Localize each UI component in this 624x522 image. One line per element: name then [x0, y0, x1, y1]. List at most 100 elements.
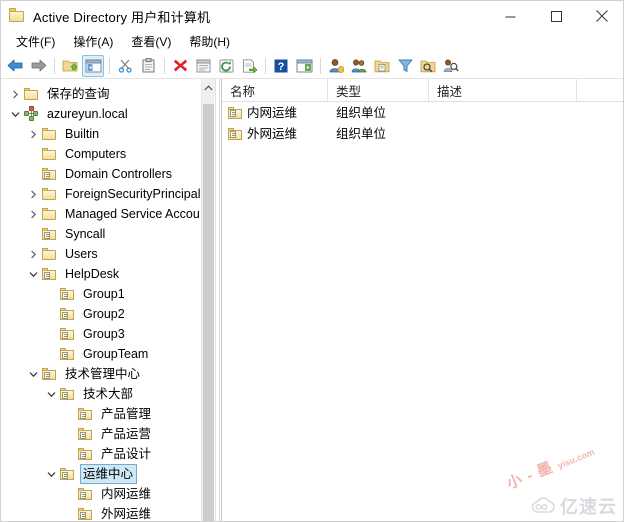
tree-node[interactable]: 运维中心 [1, 464, 201, 484]
tree-node[interactable]: Group2 [1, 304, 201, 324]
chevron-down-icon[interactable] [43, 384, 59, 404]
folder-icon [41, 126, 57, 142]
console-tree-pane[interactable]: 保存的查询 azureyun.local Builtin Computers Domai… [1, 79, 201, 521]
tree-node-label: Users [65, 247, 98, 261]
toolbar-filter[interactable] [394, 55, 416, 77]
toolbar-refresh[interactable] [215, 55, 237, 77]
toolbar-show-hide-tree[interactable] [82, 54, 104, 77]
menu-view[interactable]: 查看(V) [122, 33, 180, 51]
toolbar-separator [109, 57, 110, 74]
tree-vertical-scrollbar[interactable] [201, 79, 215, 521]
tree-node-label: Computers [65, 147, 127, 161]
list-item-name-cell: 外网运维 [222, 126, 328, 142]
chevron-right-icon[interactable] [25, 124, 41, 144]
chevron-down-icon[interactable] [7, 104, 23, 124]
close-button[interactable] [579, 1, 623, 31]
tree-node[interactable]: 技术管理中心 [1, 364, 201, 384]
menu-file[interactable]: 文件(F) [7, 33, 64, 51]
toolbar-up-one-level[interactable] [59, 55, 81, 77]
tree-twisty-placeholder [43, 344, 59, 364]
tree-node[interactable]: HelpDesk [1, 264, 201, 284]
tree-node-label: 产品管理 [101, 407, 152, 421]
tree-node[interactable]: Domain Controllers [1, 164, 201, 184]
toolbar-delete[interactable] [169, 55, 191, 77]
folder-icon [23, 86, 39, 102]
toolbar-find-objects[interactable] [417, 55, 439, 77]
chevron-right-icon[interactable] [25, 244, 41, 264]
find-folder-icon [420, 60, 436, 72]
tree-node[interactable]: 外网运维 [1, 504, 201, 521]
toolbar-new-group[interactable] [348, 55, 370, 77]
tree-node[interactable]: 产品管理 [1, 404, 201, 424]
tree-node[interactable]: Builtin [1, 124, 201, 144]
tree-node[interactable]: ForeignSecurityPrincipal [1, 184, 201, 204]
chevron-right-icon[interactable] [25, 184, 41, 204]
tree-node[interactable]: azureyun.local [1, 104, 201, 124]
chevron-down-icon[interactable] [25, 364, 41, 384]
tree-node-label: Group2 [83, 307, 125, 321]
tree-node[interactable]: Group3 [1, 324, 201, 344]
pane-splitter[interactable] [215, 79, 220, 521]
filter-funnel-icon [398, 59, 412, 72]
chevron-down-icon[interactable] [25, 264, 41, 284]
toolbar-new-ou[interactable] [371, 55, 393, 77]
tree-node[interactable]: Syncall [1, 224, 201, 244]
column-header-type[interactable]: 类型 [328, 79, 429, 101]
toolbar-new-window[interactable] [293, 55, 315, 77]
tree-twisty-placeholder [25, 164, 41, 184]
toolbar-paste[interactable] [137, 55, 159, 77]
tree-node[interactable]: 技术大部 [1, 384, 201, 404]
toolbar-back[interactable] [4, 55, 26, 77]
organizational-unit-icon [41, 366, 57, 382]
list-item[interactable]: 内网运维 组织单位 [222, 102, 623, 123]
chevron-down-icon[interactable] [43, 464, 59, 484]
toolbar-help[interactable]: ? [270, 55, 292, 77]
list-item[interactable]: 外网运维 组织单位 [222, 123, 623, 144]
tree-node[interactable]: 内网运维 [1, 484, 201, 504]
tree-node[interactable]: Computers [1, 144, 201, 164]
tree-node-label: HelpDesk [65, 267, 120, 281]
tree-node-label: Syncall [65, 227, 106, 241]
toolbar-export-list[interactable] [238, 55, 260, 77]
tree-node-label: Managed Service Accou [65, 207, 200, 221]
menu-action[interactable]: 操作(A) [64, 33, 122, 51]
tree-node[interactable]: Managed Service Accou [1, 204, 201, 224]
toolbar-find-users[interactable] [440, 55, 462, 77]
chevron-right-icon[interactable] [25, 204, 41, 224]
forward-arrow-icon [31, 59, 46, 72]
toolbar: ? [1, 53, 623, 79]
main-content: 保存的查询 azureyun.local Builtin Computers Domai… [1, 79, 623, 521]
toolbar-cut[interactable] [114, 55, 136, 77]
toolbar-properties[interactable] [192, 55, 214, 77]
back-arrow-icon [7, 59, 22, 72]
organizational-unit-icon [41, 166, 57, 182]
tree-node[interactable]: 产品设计 [1, 444, 201, 464]
details-list-pane[interactable]: 名称 类型 描述 内网运维 组织单位 外网运维 组织单位 [221, 79, 623, 521]
console-window-icon [296, 59, 312, 72]
organizational-unit-icon [77, 486, 93, 502]
tree-node[interactable]: 保存的查询 [1, 84, 201, 104]
tree-node[interactable]: Users [1, 244, 201, 264]
folder-icon [41, 206, 57, 222]
tree-node[interactable]: Group1 [1, 284, 201, 304]
list-rows: 内网运维 组织单位 外网运维 组织单位 [222, 102, 623, 144]
maximize-button[interactable] [533, 1, 579, 31]
organizational-unit-icon [57, 465, 77, 483]
scroll-up-button[interactable] [202, 79, 215, 96]
tree-node[interactable]: 产品运营 [1, 424, 201, 444]
list-item-type: 组织单位 [336, 126, 387, 141]
organizational-unit-icon [59, 306, 75, 322]
toolbar-new-user[interactable] [325, 55, 347, 77]
menu-help[interactable]: 帮助(H) [180, 33, 239, 51]
organizational-unit-icon [227, 105, 243, 121]
column-header-description[interactable]: 描述 [429, 79, 577, 101]
list-item-name: 内网运维 [247, 105, 298, 120]
folder-icon [41, 246, 57, 262]
tree-node[interactable]: GroupTeam [1, 344, 201, 364]
minimize-button[interactable] [487, 1, 533, 31]
chevron-right-icon[interactable] [7, 84, 23, 104]
scrollbar-thumb[interactable] [203, 104, 214, 521]
tree-twisty-placeholder [61, 424, 77, 444]
toolbar-forward[interactable] [27, 55, 49, 77]
column-header-name[interactable]: 名称 [222, 79, 328, 101]
